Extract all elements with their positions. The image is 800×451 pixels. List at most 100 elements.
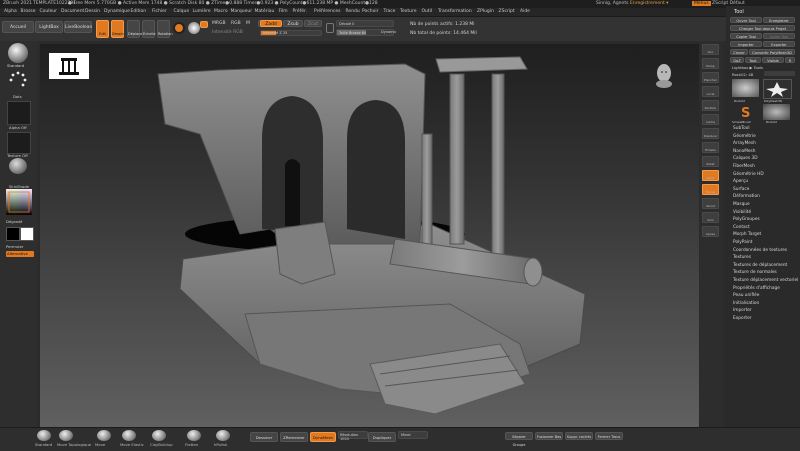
menu-item[interactable]: Dessin xyxy=(85,9,100,14)
brush-preset-icon[interactable] xyxy=(97,430,111,441)
palette-item[interactable]: PolyGroupes xyxy=(733,217,760,222)
mirror-slider[interactable]: Miroir xyxy=(398,431,428,439)
r-button[interactable]: R xyxy=(785,57,795,63)
zremesher-button[interactable]: ZRemesher xyxy=(280,432,308,442)
palette-item[interactable]: Géométrie xyxy=(733,134,756,139)
zsub-button[interactable]: Zsub xyxy=(283,20,303,27)
menu-item[interactable]: Couleur xyxy=(40,9,57,14)
menu-item[interactable]: Préfér. xyxy=(293,9,307,14)
palette-item[interactable]: Aperçu xyxy=(733,179,748,184)
palette-item[interactable]: Contact xyxy=(733,225,750,230)
ruins-model[interactable] xyxy=(40,44,699,428)
move-button[interactable]: Déplacer xyxy=(127,20,144,38)
brush-preset-icon[interactable] xyxy=(216,430,230,441)
tool-thumb-rock2-icon[interactable] xyxy=(763,104,790,120)
brush-preset-icon[interactable] xyxy=(187,430,201,441)
all-button[interactable]: Tout xyxy=(745,57,761,63)
menu-item[interactable]: Marqueur xyxy=(231,9,253,14)
zcut-button[interactable]: Zcut xyxy=(304,20,322,27)
palette-item[interactable]: Coordonnées de textures xyxy=(733,248,787,253)
palette-item[interactable]: Peau unifiée xyxy=(733,293,759,298)
palette-item[interactable]: Géométrie HD xyxy=(733,172,764,177)
shelf-button[interactable]: Xpose xyxy=(702,226,719,237)
liveboolean-tab[interactable]: LiveBoolean xyxy=(64,21,92,33)
brush-preset-icon[interactable] xyxy=(152,430,166,441)
tool-thumb-simplebrush-icon[interactable]: S xyxy=(732,104,759,121)
menu-item[interactable]: Macro xyxy=(214,9,228,14)
focal-shift-slider[interactable]: Décalé 0 xyxy=(336,20,394,27)
material-sphere-icon[interactable] xyxy=(173,22,185,34)
menu-item[interactable]: Outil xyxy=(422,9,433,14)
title-right-item-0[interactable]: Sinnig, Agents xyxy=(596,1,628,6)
shelf-button[interactable]: Cadre xyxy=(702,114,719,125)
rotate-button[interactable]: Rotation xyxy=(157,20,173,38)
duplicate-button[interactable]: Dupliquer xyxy=(368,432,396,442)
shelf-button[interactable]: Transp xyxy=(702,184,719,195)
mrgb-toggle[interactable]: MRGB xyxy=(212,21,226,26)
shelf-button[interactable]: Plancher xyxy=(702,72,719,83)
texture-slot-icon[interactable] xyxy=(7,132,31,154)
menu-item[interactable]: Rendu xyxy=(346,9,360,14)
palette-item[interactable]: Initialisation xyxy=(733,301,759,306)
menu-item[interactable]: Préférences xyxy=(314,9,340,14)
palette-item[interactable]: Importer xyxy=(733,308,752,313)
close-holes-button[interactable]: Fermer Trous xyxy=(595,432,623,440)
draw-button[interactable]: Dessin xyxy=(111,20,124,38)
shelf-button[interactable]: Échelle xyxy=(702,142,719,153)
shelf-button[interactable]: Ghost xyxy=(702,198,719,209)
a-button[interactable] xyxy=(200,21,208,28)
shelf-button[interactable]: Local xyxy=(702,86,719,97)
palette-item[interactable]: SubTool xyxy=(733,126,750,131)
menu-item[interactable]: ZScript xyxy=(499,9,515,14)
alpha-slot-icon[interactable] xyxy=(7,101,31,125)
palette-item[interactable]: Visibilité xyxy=(733,210,751,215)
shelf-button[interactable]: Rotat xyxy=(702,156,719,167)
zadd-button[interactable]: Zadd xyxy=(260,20,282,27)
palette-item[interactable]: Calques 3D xyxy=(733,156,758,161)
secondary-color-swatch[interactable] xyxy=(20,227,34,241)
palette-item[interactable]: FiberMesh xyxy=(733,164,755,169)
palette-item[interactable]: Textures xyxy=(733,255,751,260)
menu-item[interactable]: Aide xyxy=(520,9,530,14)
menu-item[interactable]: Brosse xyxy=(21,9,36,14)
shelf-button[interactable]: Polyf xyxy=(702,170,719,181)
color-picker-icon[interactable] xyxy=(6,189,32,215)
menu-item[interactable]: Lumière xyxy=(193,9,211,14)
material-icon[interactable] xyxy=(9,158,27,174)
gyro-icon[interactable] xyxy=(188,22,200,34)
lightbox-tab[interactable]: LightBox xyxy=(35,21,63,33)
title-right-item-1[interactable]: Enregistrement ▾ xyxy=(630,1,668,6)
brush-preset-icon[interactable] xyxy=(59,430,73,441)
menu-item[interactable]: Calque xyxy=(174,9,190,14)
merge-down-button[interactable]: Fusionner Bas xyxy=(535,432,563,440)
rgb-intensity-label[interactable]: Intensité RGB xyxy=(212,30,243,35)
import-button[interactable]: Importer xyxy=(730,41,762,47)
menu-item[interactable]: Pochoir xyxy=(362,9,379,14)
palette-title[interactable]: Tool xyxy=(734,9,744,15)
menu-item[interactable]: Trace xyxy=(384,9,396,14)
palette-item[interactable]: Exporter xyxy=(733,316,751,321)
palette-item[interactable]: Morph Target xyxy=(733,232,761,237)
menu-item[interactable]: Transformation xyxy=(438,9,472,14)
brush-icon[interactable] xyxy=(8,43,28,63)
z-intensity-slider[interactable]: Intensité Z 25 xyxy=(260,30,322,36)
load-from-project-button[interactable]: Charger Tool depuis Projet xyxy=(730,25,795,31)
palette-item[interactable]: Textures de déplacement xyxy=(733,263,787,268)
shelf-button[interactable]: Position xyxy=(702,100,719,111)
draw-mode-button[interactable]: Dessiner xyxy=(250,432,278,442)
save-tool-button[interactable]: Enregistrer xyxy=(763,17,795,23)
palette-item[interactable]: Propriétés d'affichage xyxy=(733,286,780,291)
focal-shift-icon[interactable] xyxy=(326,23,334,33)
palette-item[interactable]: ArrayMesh xyxy=(733,141,756,146)
dynamic-toggle[interactable]: Dynamic xyxy=(381,30,396,34)
make-polymesh-button[interactable]: Convertir PolyMesh3D xyxy=(749,49,795,55)
scale-button[interactable]: Échelle xyxy=(142,20,156,38)
clone-button[interactable]: Cloner xyxy=(730,49,748,55)
delete-hidden-button[interactable]: Suppr. cachés xyxy=(565,432,593,440)
copy-tool-button[interactable]: Copier Tool xyxy=(730,33,762,39)
menu-item[interactable]: Film xyxy=(279,9,288,14)
palette-item[interactable]: Texture déplacement vectoriel xyxy=(733,278,798,283)
m-toggle[interactable]: M xyxy=(246,21,250,26)
edit-button[interactable]: Edit xyxy=(96,20,109,38)
menu-item[interactable]: Fichier xyxy=(152,9,167,14)
